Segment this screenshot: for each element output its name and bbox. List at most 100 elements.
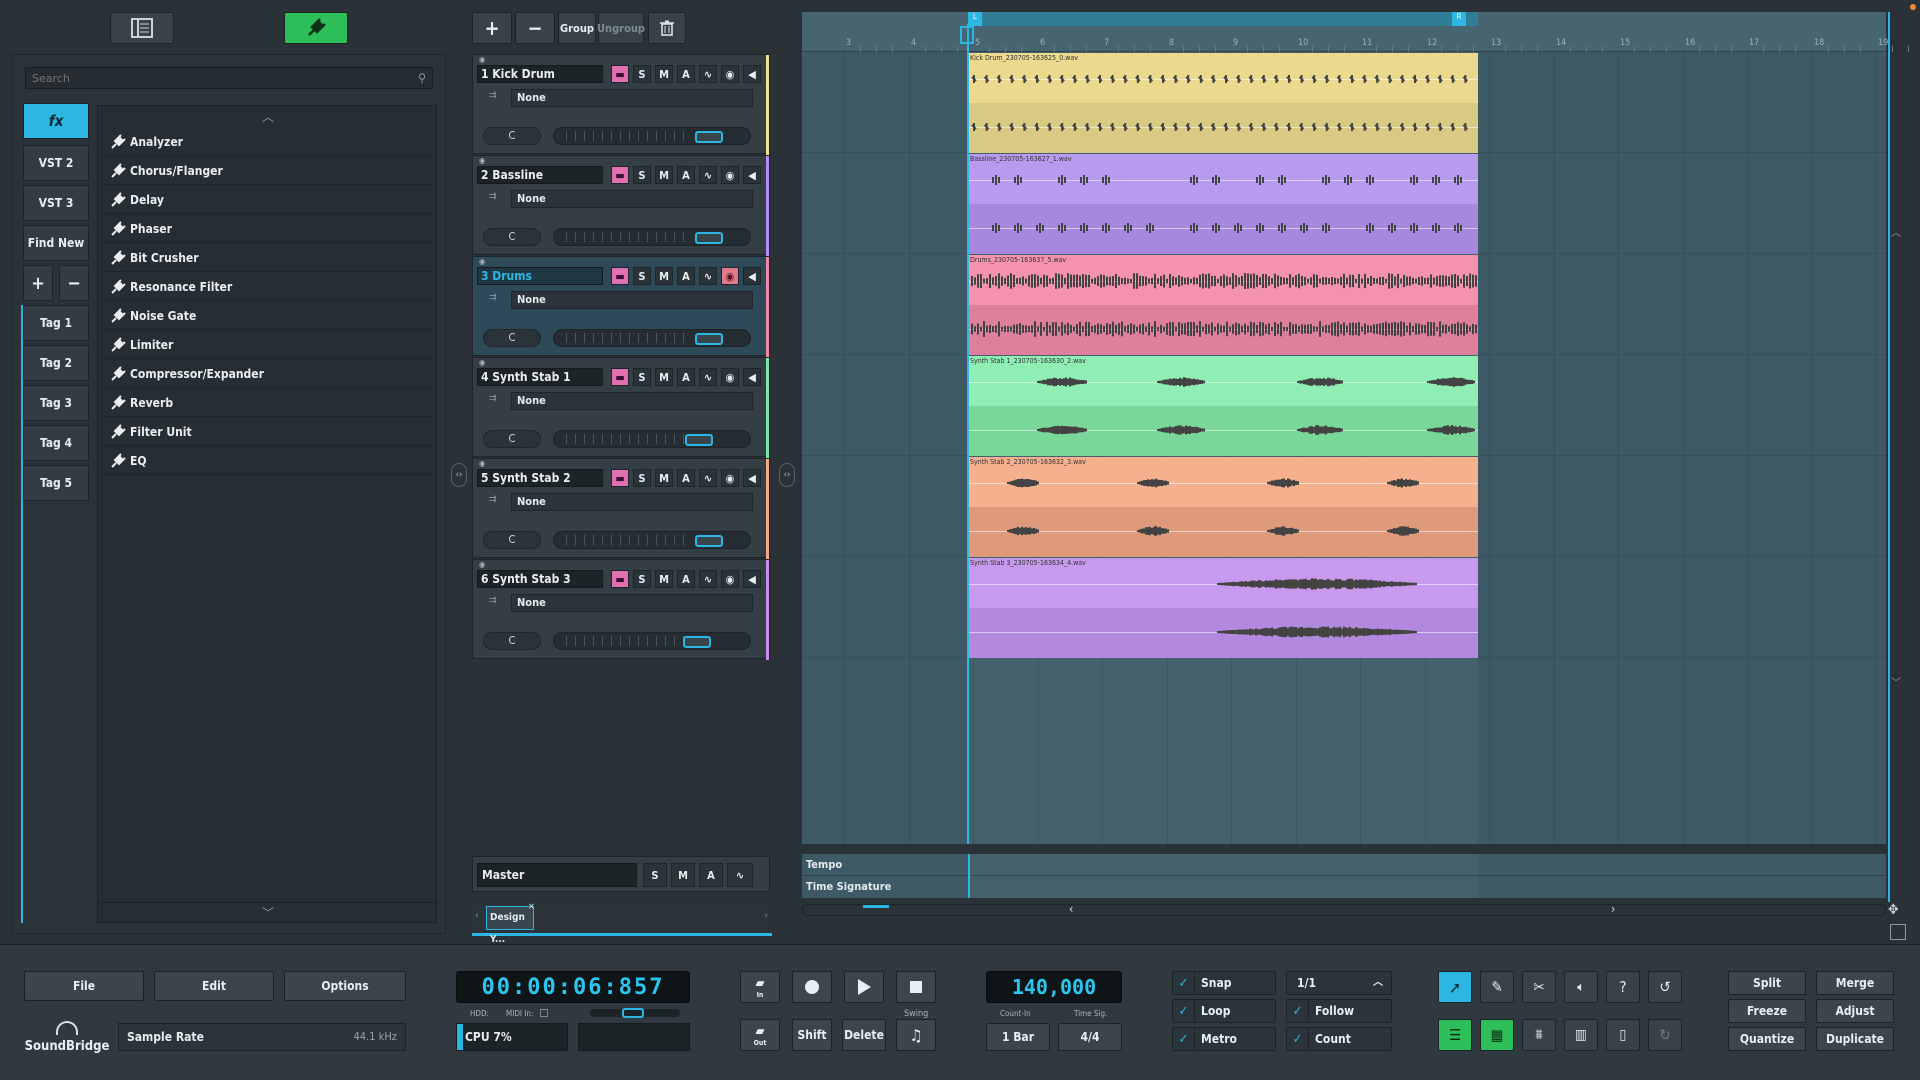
count-toggle[interactable]: ✓ Count — [1286, 1027, 1392, 1051]
automation-curve-button[interactable]: ∿ — [699, 267, 717, 285]
sample-rate-field[interactable]: Sample Rate 44.1 kHz — [118, 1023, 406, 1051]
volume-fader[interactable] — [553, 329, 751, 347]
visibility-icon[interactable]: ◉ — [479, 55, 485, 64]
visibility-icon[interactable]: ◉ — [479, 560, 485, 569]
mute-button[interactable]: M — [655, 166, 673, 184]
volume-fader[interactable] — [553, 127, 751, 145]
tag-2-button[interactable]: Tag 2 — [23, 345, 89, 381]
plugin-item[interactable]: Chorus/Flanger — [104, 157, 432, 185]
browser-resize-handle[interactable]: ‹› — [451, 463, 467, 487]
expand-button[interactable]: ▬ — [611, 166, 629, 184]
volume-mini-slider[interactable] — [590, 1008, 680, 1018]
search-field[interactable]: ⚲ — [25, 67, 433, 89]
plugin-item[interactable]: Bit Crusher — [104, 244, 432, 272]
mute-button[interactable]: M — [655, 570, 673, 588]
solo-button[interactable]: S — [633, 469, 651, 487]
add-track-button[interactable]: + — [472, 12, 512, 44]
delete-track-button[interactable] — [648, 12, 686, 44]
snap-toggle[interactable]: ✓ Snap — [1172, 971, 1276, 995]
volume-fader[interactable] — [553, 430, 751, 448]
track-name[interactable]: 6 Synth Stab 3 — [477, 570, 603, 588]
plugin-item[interactable]: Resonance Filter — [104, 273, 432, 301]
undo-button[interactable]: ↺ — [1648, 971, 1682, 1003]
project-tab[interactable]: Design Y... — [486, 906, 534, 945]
monitor-button[interactable]: ◀ — [743, 368, 761, 386]
edit-menu-button[interactable]: Edit — [154, 971, 274, 1001]
automation-button[interactable]: A — [677, 469, 695, 487]
track-name[interactable]: 5 Synth Stab 2 — [477, 469, 603, 487]
monitor-button[interactable]: ◀ — [743, 570, 761, 588]
visibility-icon[interactable]: ◉ — [479, 156, 485, 165]
add-tag-button[interactable]: + — [23, 265, 53, 301]
editor-view-button[interactable]: ⩩ — [1522, 1019, 1556, 1051]
fx-slot-value[interactable]: None — [511, 392, 753, 410]
plugin-item[interactable]: Phaser — [104, 215, 432, 243]
tab-fx[interactable]: fx — [23, 103, 89, 139]
fader-knob[interactable] — [695, 535, 723, 547]
track-name[interactable]: 1 Kick Drum — [477, 65, 603, 83]
pan-knob[interactable]: C — [483, 127, 541, 145]
expand-button[interactable]: ▬ — [611, 65, 629, 83]
adjust-button[interactable]: Adjust — [1816, 999, 1894, 1023]
automation-curve-button[interactable]: ∿ — [699, 469, 717, 487]
record-arm-button[interactable]: ◉ — [721, 267, 739, 285]
plugin-item[interactable]: Analyzer — [104, 128, 432, 156]
duplicate-button[interactable]: Duplicate — [1816, 1027, 1894, 1051]
expand-button[interactable]: ▬ — [611, 469, 629, 487]
plugin-item[interactable]: Compressor/Expander — [104, 360, 432, 388]
merge-button[interactable]: Merge — [1816, 971, 1894, 995]
freeze-button[interactable]: Freeze — [1728, 999, 1806, 1023]
redo-button[interactable]: ↻ — [1648, 1019, 1682, 1051]
visibility-icon[interactable]: ◉ — [479, 358, 485, 367]
shift-button[interactable]: Shift — [792, 1019, 832, 1051]
record-button[interactable] — [792, 971, 832, 1003]
monitor-button[interactable]: ◀ — [743, 469, 761, 487]
scroll-down-icon[interactable]: ﹀ — [1891, 674, 1901, 689]
plugin-item[interactable]: EQ — [104, 447, 432, 475]
fx-slot-value[interactable]: None — [511, 89, 753, 107]
scroll-down-button[interactable]: ﹀ — [98, 902, 438, 922]
close-tab-icon[interactable]: × — [528, 902, 535, 912]
count-in-selector[interactable]: 1 Bar — [986, 1023, 1050, 1051]
record-arm-button[interactable]: ◉ — [721, 570, 739, 588]
punch-out-button[interactable]: ▰ Out — [740, 1019, 780, 1051]
tab-vst2[interactable]: VST 2 — [23, 145, 89, 181]
plugin-item[interactable]: Reverb — [104, 389, 432, 417]
track-name[interactable]: 3 Drums — [477, 267, 603, 285]
pointer-tool-button[interactable]: ➚ — [1438, 971, 1472, 1003]
automation-curve-button[interactable]: ∿ — [699, 368, 717, 386]
quantize-grid-select[interactable]: 1/1 ︿ — [1286, 971, 1392, 995]
automation-curve-button[interactable]: ∿ — [699, 65, 717, 83]
volume-fader[interactable] — [553, 531, 751, 549]
solo-button[interactable]: S — [633, 65, 651, 83]
automation-button[interactable]: A — [677, 65, 695, 83]
pan-knob[interactable]: C — [483, 228, 541, 246]
monitor-button[interactable]: ◀ — [743, 65, 761, 83]
solo-button[interactable]: S — [633, 368, 651, 386]
tab-vst3[interactable]: VST 3 — [23, 185, 89, 221]
record-arm-button[interactable]: ◉ — [721, 469, 739, 487]
piano-roll-button[interactable]: ▥ — [1564, 1019, 1598, 1051]
automation-curve-button[interactable]: ∿ — [699, 166, 717, 184]
time-signature-lane[interactable]: Time Signature — [802, 876, 1886, 898]
tempo-display[interactable]: 140,000 — [986, 971, 1122, 1003]
remove-track-button[interactable]: − — [515, 12, 555, 44]
track-header[interactable]: ◉ 6 Synth Stab 3 ▬ S M A ∿ ◉ ◀ ⇉ None C — [472, 559, 770, 660]
scroll-left-icon[interactable]: ‹ — [1069, 902, 1073, 916]
master-automation-button[interactable]: A — [699, 863, 723, 887]
device-view-button[interactable]: ▯ — [1606, 1019, 1640, 1051]
track-view-button[interactable]: ☰ — [1438, 1019, 1472, 1051]
plugin-item[interactable]: Limiter — [104, 331, 432, 359]
record-arm-button[interactable]: ◉ — [721, 368, 739, 386]
delete-button[interactable]: Delete — [842, 1019, 886, 1051]
group-button[interactable]: Group — [558, 12, 596, 44]
play-button[interactable] — [844, 971, 884, 1003]
scroll-right-icon[interactable]: › — [1611, 902, 1615, 916]
master-mute-button[interactable]: M — [671, 863, 695, 887]
fx-slot-value[interactable]: None — [511, 190, 753, 208]
mute-button[interactable]: M — [655, 267, 673, 285]
tab-scroll-left[interactable]: ‹ — [475, 910, 479, 921]
plugin-view-button[interactable] — [284, 12, 348, 44]
visibility-icon[interactable]: ◉ — [479, 257, 485, 266]
options-menu-button[interactable]: Options — [284, 971, 406, 1001]
